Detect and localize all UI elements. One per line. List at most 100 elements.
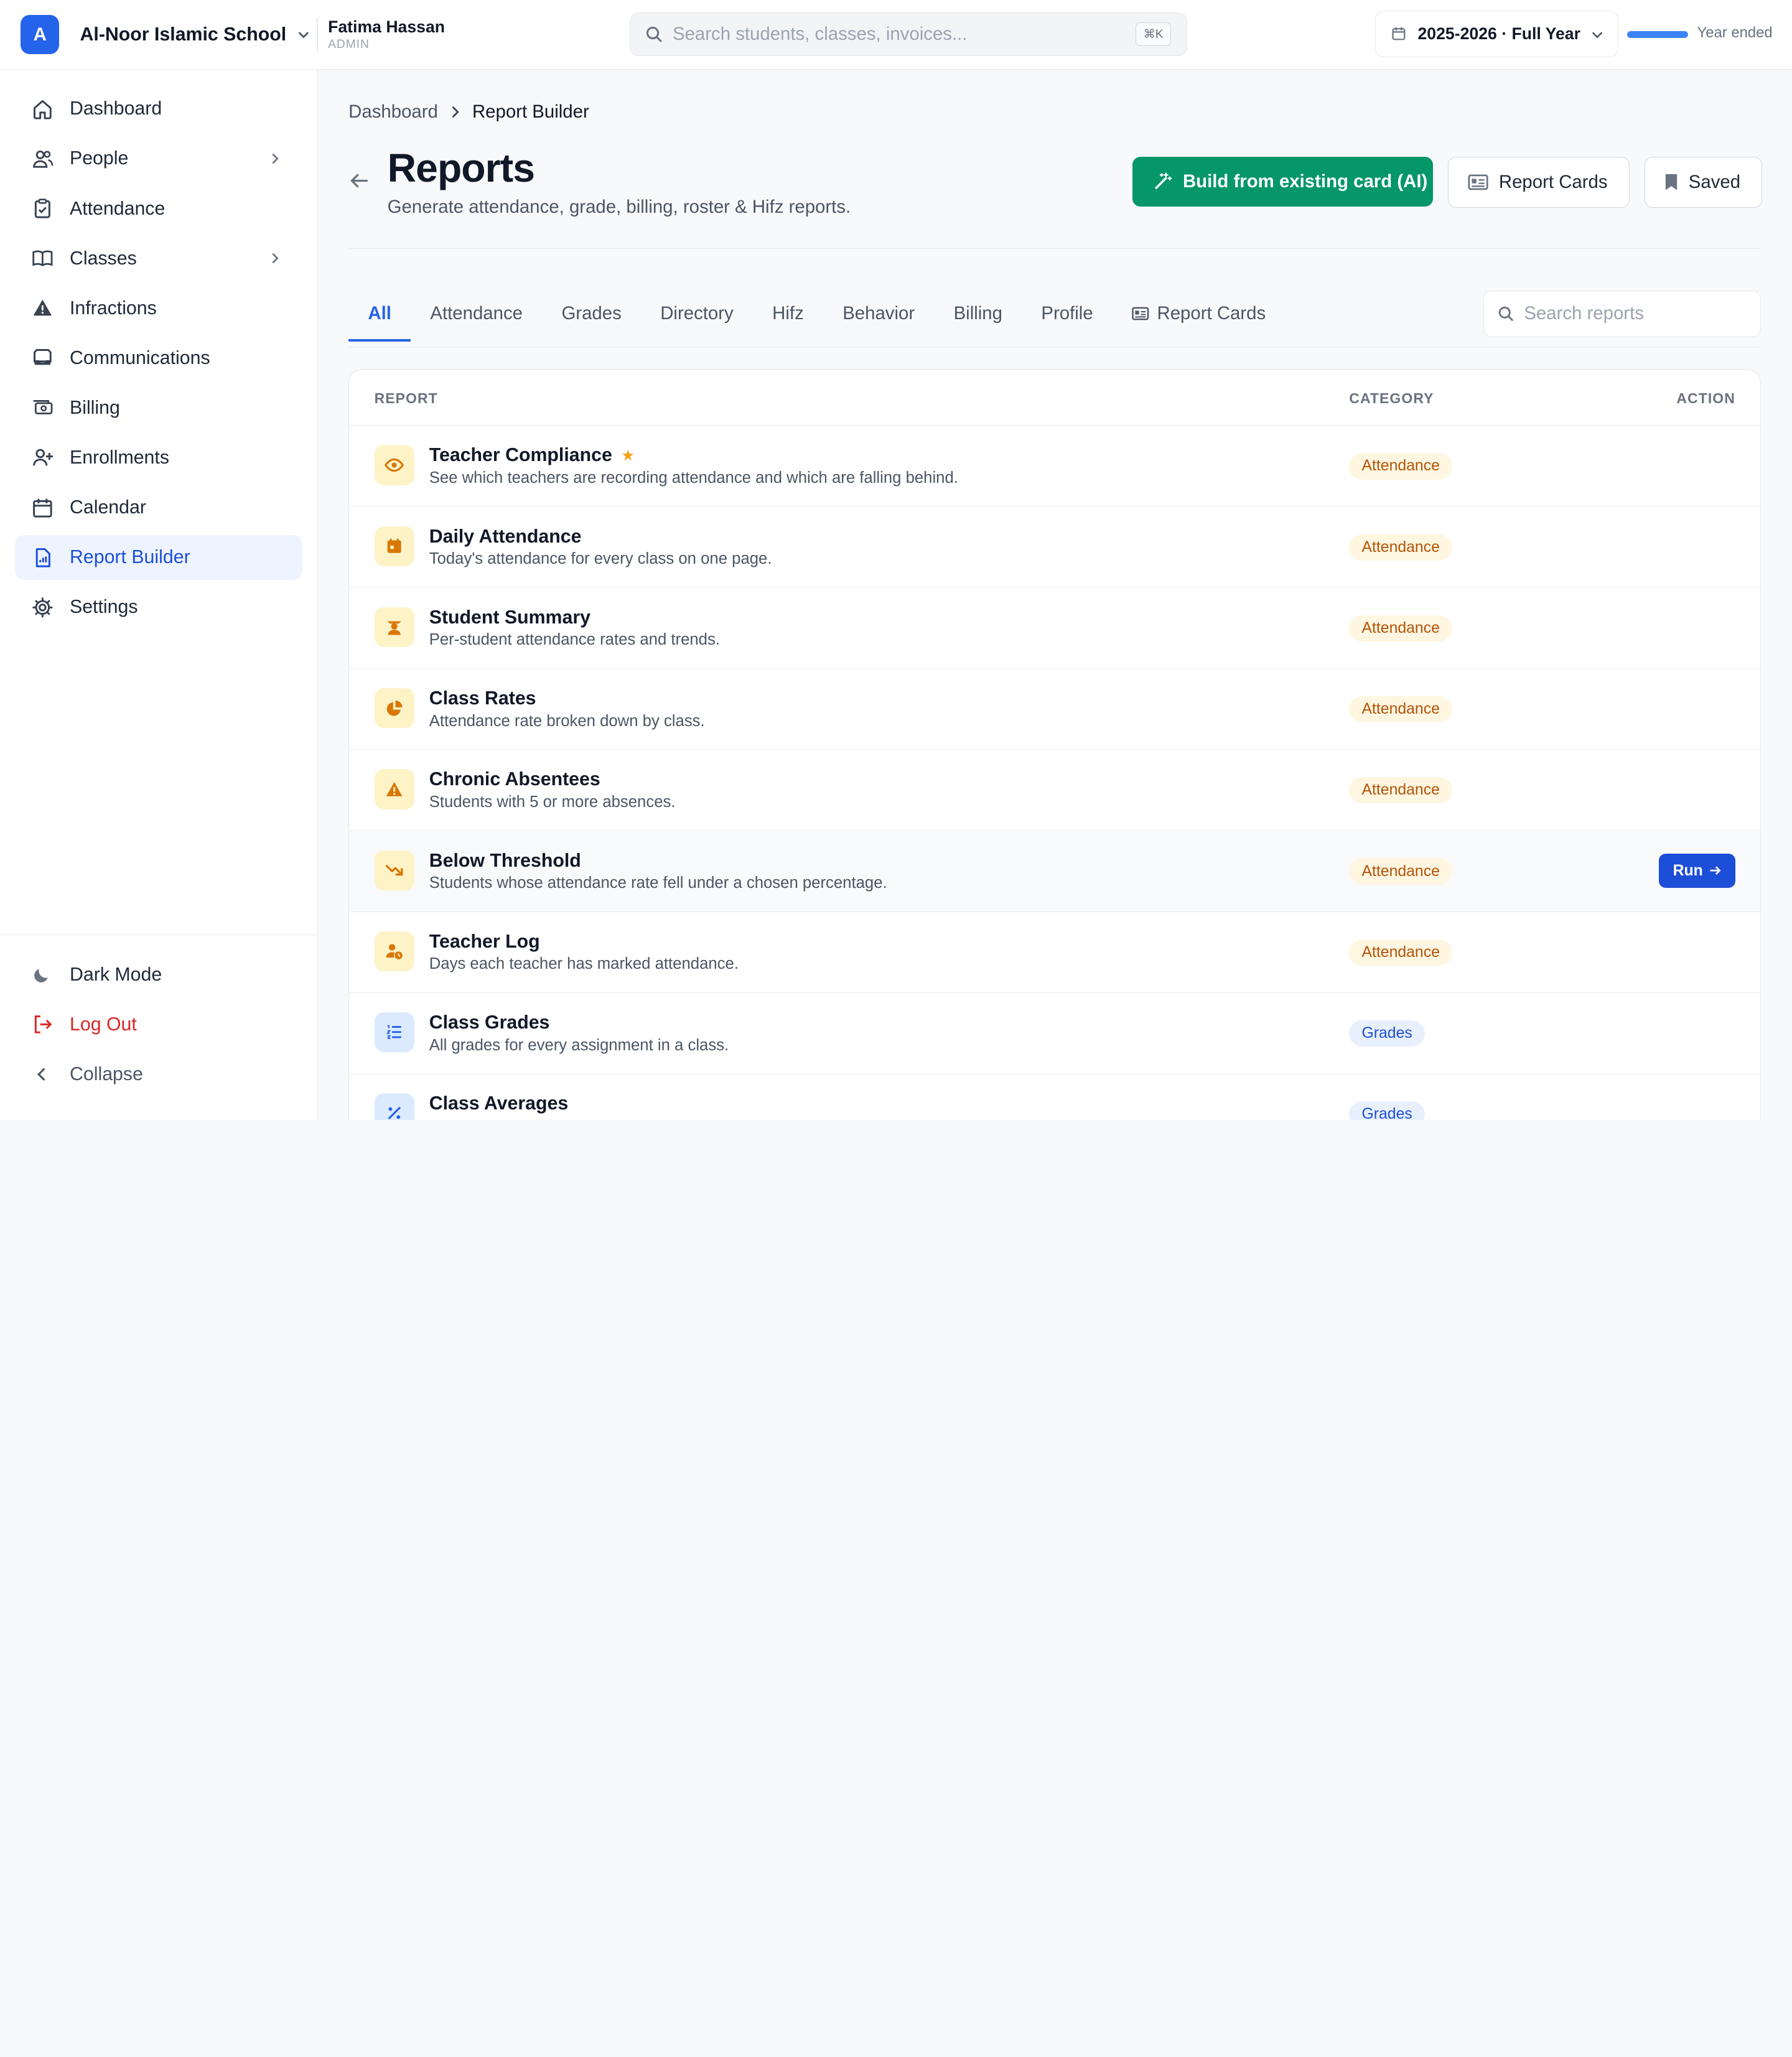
sidebar-item-attendance[interactable]: Attendance bbox=[15, 187, 302, 231]
table-header: REPORT CATEGORY ACTION bbox=[349, 370, 1761, 426]
report-search[interactable] bbox=[1483, 290, 1762, 337]
tab-directory[interactable]: Directory bbox=[641, 289, 753, 342]
report-title: Daily Attendance bbox=[429, 526, 582, 548]
tab-label: Directory bbox=[660, 302, 734, 324]
sidebar-item-enrollments[interactable]: Enrollments bbox=[15, 436, 302, 480]
sidebar-nav: Dashboard People Attendance Classes Infr… bbox=[0, 70, 317, 630]
category-badge: Attendance bbox=[1349, 534, 1453, 561]
report-title: Student Summary bbox=[429, 607, 590, 628]
column-header-category: CATEGORY bbox=[1349, 390, 1434, 407]
tab-all[interactable]: All bbox=[348, 289, 411, 342]
arrow-right-icon bbox=[1710, 866, 1721, 875]
tabs-divider bbox=[348, 346, 1762, 348]
eye-icon bbox=[374, 445, 414, 485]
user-clock-icon bbox=[374, 931, 414, 972]
moon-icon bbox=[31, 963, 54, 986]
tab-hifz[interactable]: Hifz bbox=[753, 289, 823, 342]
sidebar-item-report-builder[interactable]: Report Builder bbox=[14, 535, 302, 580]
org-switcher[interactable]: A Al-Noor Islamic School bbox=[0, 0, 317, 69]
category-badge: Attendance bbox=[1349, 453, 1453, 480]
sidebar-item-calendar[interactable]: Calendar bbox=[15, 485, 302, 530]
category-badge: Attendance bbox=[1349, 939, 1453, 966]
category-badge: Attendance bbox=[1349, 696, 1453, 723]
category-badge: Grades bbox=[1349, 1101, 1425, 1120]
report-title-text: Class Rates bbox=[429, 688, 536, 709]
breadcrumb-current: Report Builder bbox=[472, 101, 589, 123]
tab-attendance[interactable]: Attendance bbox=[411, 289, 542, 342]
column-header-report: REPORT bbox=[374, 390, 438, 407]
table-row[interactable]: Daily Attendance Today's attendance for … bbox=[349, 506, 1761, 588]
tab-behavior[interactable]: Behavior bbox=[823, 289, 934, 342]
report-title: Class Rates bbox=[429, 688, 536, 709]
tab-profile[interactable]: Profile bbox=[1022, 289, 1113, 342]
report-description: Today's attendance for every class on on… bbox=[429, 550, 772, 568]
warning-icon bbox=[374, 769, 414, 809]
sidebar-item-billing[interactable]: Billing bbox=[15, 386, 302, 431]
breadcrumb: Dashboard Report Builder bbox=[348, 101, 589, 123]
year-selector[interactable]: 2025-2026 · Full Year bbox=[1374, 10, 1618, 57]
report-title-text: Daily Attendance bbox=[429, 526, 582, 547]
sidebar: Dashboard People Attendance Classes Infr… bbox=[0, 70, 318, 1120]
sidebar-item-label: Classes bbox=[70, 248, 137, 269]
global-search[interactable]: ⌘K bbox=[630, 12, 1188, 56]
category-badge: Grades bbox=[1349, 1020, 1425, 1047]
report-search-input[interactable] bbox=[1524, 303, 1742, 325]
tab-label: Billing bbox=[953, 302, 1002, 324]
global-search-input[interactable] bbox=[672, 24, 1107, 45]
sidebar-item-label: Settings bbox=[70, 597, 138, 618]
book-icon bbox=[31, 247, 54, 270]
table-row[interactable]: Class Rates Attendance rate broken down … bbox=[349, 669, 1761, 750]
run-label: Run bbox=[1673, 862, 1703, 879]
sidebar-item-settings[interactable]: Settings bbox=[15, 585, 302, 630]
home-icon bbox=[31, 98, 54, 121]
list-icon bbox=[374, 1012, 414, 1053]
sidebar-item-classes[interactable]: Classes bbox=[15, 236, 302, 281]
dark-mode-toggle[interactable]: Dark Mode bbox=[15, 953, 302, 997]
sidebar-item-dashboard[interactable]: Dashboard bbox=[15, 87, 302, 132]
sidebar-item-people[interactable]: People bbox=[15, 137, 302, 182]
collapse-button[interactable]: Collapse bbox=[15, 1052, 302, 1097]
table-row[interactable]: Chronic Absentees Students with 5 or mor… bbox=[349, 750, 1761, 831]
table-row[interactable]: Student Summary Per-student attendance r… bbox=[349, 588, 1761, 669]
category-badge: Attendance bbox=[1349, 858, 1453, 885]
pie-chart-icon bbox=[374, 688, 414, 729]
saved-button[interactable]: Saved bbox=[1645, 156, 1763, 208]
tab-report-cards[interactable]: Report Cards bbox=[1113, 289, 1286, 342]
logout-label: Log Out bbox=[70, 1014, 137, 1035]
report-title: Below Threshold bbox=[429, 851, 581, 872]
table-row[interactable]: Class Averages Grades bbox=[349, 1074, 1760, 1120]
table-row[interactable]: Below Threshold Students whose attendanc… bbox=[349, 831, 1761, 912]
report-description: Days each teacher has marked attendance. bbox=[429, 955, 739, 973]
year-progress-bar bbox=[1627, 30, 1688, 38]
user-role: ADMIN bbox=[328, 37, 370, 51]
breadcrumb-dashboard[interactable]: Dashboard bbox=[348, 101, 438, 123]
chevron-right-icon bbox=[272, 253, 279, 263]
run-button[interactable]: Run bbox=[1658, 854, 1735, 889]
percent-icon bbox=[374, 1093, 414, 1120]
sidebar-item-label: Communications bbox=[70, 347, 210, 368]
trending-down-icon bbox=[374, 850, 414, 890]
sidebar-item-communications[interactable]: Communications bbox=[15, 336, 302, 381]
star-icon: ★ bbox=[621, 447, 635, 464]
report-cards-button[interactable]: Report Cards bbox=[1448, 156, 1630, 208]
report-title-text: Teacher Log bbox=[429, 931, 540, 952]
tab-grades[interactable]: Grades bbox=[542, 289, 641, 342]
report-description: Students whose attendance rate fell unde… bbox=[429, 874, 887, 892]
search-icon bbox=[646, 27, 662, 42]
header-divider bbox=[348, 248, 1762, 250]
chevron-right-icon bbox=[452, 106, 459, 118]
table-row[interactable]: Teacher Log Days each teacher has marked… bbox=[349, 912, 1761, 993]
tab-label: Hifz bbox=[772, 302, 804, 324]
report-title-text: Class Grades bbox=[429, 1012, 550, 1033]
magic-wand-icon bbox=[1155, 172, 1172, 190]
chevron-down-icon bbox=[298, 31, 309, 39]
build-from-card-ai-button[interactable]: Build from existing card (AI) bbox=[1132, 156, 1434, 207]
back-arrow-icon[interactable] bbox=[348, 170, 369, 191]
sidebar-item-infractions[interactable]: Infractions bbox=[15, 286, 302, 331]
calendar-icon bbox=[374, 526, 414, 566]
table-row[interactable]: Teacher Compliance ★ See which teachers a… bbox=[349, 426, 1761, 507]
logout-button[interactable]: Log Out bbox=[15, 1002, 302, 1047]
tab-billing[interactable]: Billing bbox=[934, 289, 1022, 342]
chevron-left-icon bbox=[31, 1063, 54, 1086]
table-row[interactable]: Class Grades All grades for every assign… bbox=[349, 993, 1761, 1074]
